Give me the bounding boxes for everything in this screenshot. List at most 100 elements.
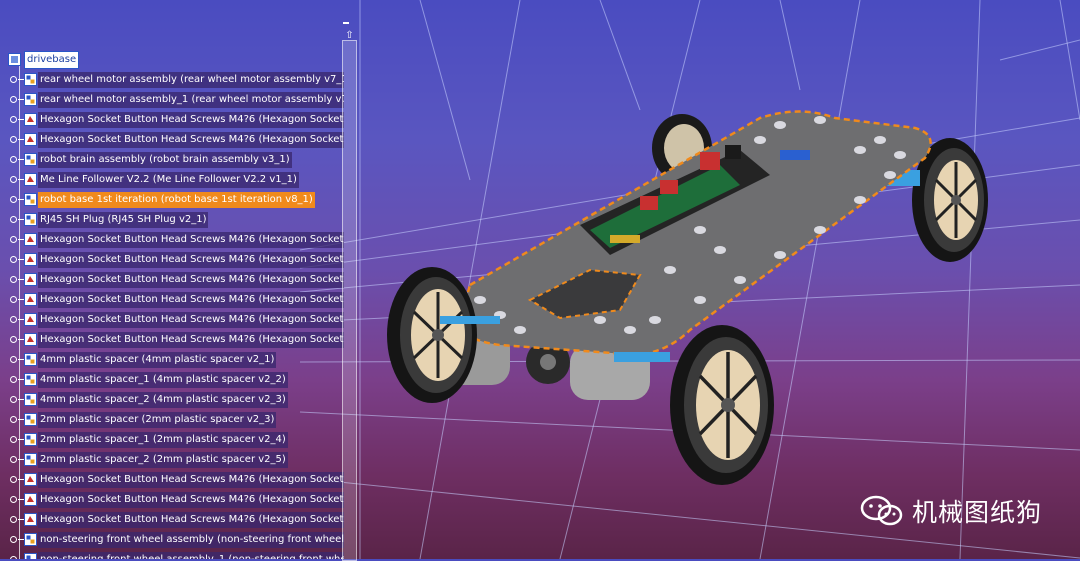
tree-item[interactable]: 2mm plastic spacer_1 (2mm plastic spacer… bbox=[0, 430, 345, 450]
mount-bracket bbox=[614, 352, 670, 362]
tree-item-label[interactable]: Hexagon Socket Button Head Screws M4?6 (… bbox=[38, 472, 344, 488]
tree-item-label[interactable]: Hexagon Socket Button Head Screws M4?6 (… bbox=[38, 512, 344, 528]
tree-item[interactable]: non-steering front wheel assembly (non-s… bbox=[0, 530, 345, 550]
tree-item-label[interactable]: 2mm plastic spacer (2mm plastic spacer v… bbox=[38, 412, 277, 428]
expand-node-icon[interactable] bbox=[10, 536, 17, 543]
tree-item-label[interactable]: Hexagon Socket Button Head Screws M4?6 (… bbox=[38, 312, 344, 328]
tree-item[interactable]: Hexagon Socket Button Head Screws M4?6 (… bbox=[0, 470, 345, 490]
part-icon bbox=[24, 133, 37, 146]
expand-node-icon[interactable] bbox=[10, 496, 17, 503]
tree-item[interactable]: non-steering front wheel assembly_1 (non… bbox=[0, 550, 345, 559]
tree-scrollbar[interactable]: ⇧ bbox=[342, 30, 357, 561]
scroll-track[interactable] bbox=[342, 40, 357, 561]
tree-item-label[interactable]: 2mm plastic spacer_2 (2mm plastic spacer… bbox=[38, 452, 288, 468]
expand-node-icon[interactable] bbox=[10, 296, 17, 303]
part-icon bbox=[24, 253, 37, 266]
tree-root[interactable]: drivebase bbox=[0, 50, 345, 70]
expand-node-icon[interactable] bbox=[10, 216, 17, 223]
expand-node-icon[interactable] bbox=[10, 136, 17, 143]
expand-node-icon[interactable] bbox=[10, 416, 17, 423]
expand-node-icon[interactable] bbox=[10, 276, 17, 283]
tree-item-label[interactable]: Hexagon Socket Button Head Screws M4?6 (… bbox=[38, 232, 344, 248]
part-icon bbox=[24, 513, 37, 526]
tree-item-label[interactable]: rear wheel motor assembly_1 (rear wheel … bbox=[38, 92, 344, 108]
assembly-icon bbox=[24, 153, 37, 166]
assembly-icon bbox=[24, 353, 37, 366]
expand-node-icon[interactable] bbox=[10, 476, 17, 483]
expand-node-icon[interactable] bbox=[10, 456, 17, 463]
scroll-top-indicator bbox=[343, 22, 349, 24]
tree-item[interactable]: Hexagon Socket Button Head Screws M4?6 (… bbox=[0, 250, 345, 270]
tree-item-label[interactable]: robot base 1st iteration (robot base 1st… bbox=[38, 192, 315, 208]
assembly-icon bbox=[24, 73, 37, 86]
assembly-icon bbox=[24, 453, 37, 466]
tree-item[interactable]: Hexagon Socket Button Head Screws M4?6 (… bbox=[0, 490, 345, 510]
part-icon bbox=[24, 473, 37, 486]
assembly-icon bbox=[24, 193, 37, 206]
expand-node-icon[interactable] bbox=[10, 336, 17, 343]
expand-node-icon[interactable] bbox=[10, 396, 17, 403]
expand-node-icon[interactable] bbox=[10, 116, 17, 123]
tree-item[interactable]: Hexagon Socket Button Head Screws M4?6 (… bbox=[0, 230, 345, 250]
tree-item-label[interactable]: Hexagon Socket Button Head Screws M4?6 (… bbox=[38, 332, 344, 348]
part-icon bbox=[24, 293, 37, 306]
assembly-icon bbox=[24, 413, 37, 426]
tree-item-label[interactable]: 4mm plastic spacer (4mm plastic spacer v… bbox=[38, 352, 277, 368]
specification-tree[interactable]: drivebase rear wheel motor assembly (rea… bbox=[0, 50, 345, 559]
expand-node-icon[interactable] bbox=[10, 376, 17, 383]
tree-item[interactable]: robot brain assembly (robot brain assemb… bbox=[0, 150, 345, 170]
expand-node-icon[interactable] bbox=[10, 436, 17, 443]
expand-node-icon[interactable] bbox=[10, 176, 17, 183]
tree-item[interactable]: 2mm plastic spacer_2 (2mm plastic spacer… bbox=[0, 450, 345, 470]
tree-item-label[interactable]: Hexagon Socket Button Head Screws M4?6 (… bbox=[38, 292, 344, 308]
tree-item[interactable]: 4mm plastic spacer_2 (4mm plastic spacer… bbox=[0, 390, 345, 410]
tree-item-label[interactable]: Hexagon Socket Button Head Screws M4?6 (… bbox=[38, 132, 344, 148]
tree-item[interactable]: Hexagon Socket Button Head Screws M4?6 (… bbox=[0, 310, 345, 330]
tree-item-label[interactable]: 4mm plastic spacer_1 (4mm plastic spacer… bbox=[38, 372, 288, 388]
tree-item-label[interactable]: Hexagon Socket Button Head Screws M4?6 (… bbox=[38, 272, 344, 288]
tree-item-label[interactable]: 4mm plastic spacer_2 (4mm plastic spacer… bbox=[38, 392, 288, 408]
tree-item-label[interactable]: non-steering front wheel assembly (non-s… bbox=[38, 532, 344, 548]
assembly-icon bbox=[24, 93, 37, 106]
watermark-text: 机械图纸狗 bbox=[912, 498, 1043, 527]
expand-node-icon[interactable] bbox=[10, 356, 17, 363]
tree-item[interactable]: Me Line Follower V2.2 (Me Line Follower … bbox=[0, 170, 345, 190]
tree-item-label[interactable]: rear wheel motor assembly (rear wheel mo… bbox=[38, 72, 344, 88]
expand-node-icon[interactable] bbox=[10, 516, 17, 523]
expand-node-icon[interactable] bbox=[10, 156, 17, 163]
tree-item[interactable]: Hexagon Socket Button Head Screws M4?6 (… bbox=[0, 330, 345, 350]
expand-node-icon[interactable] bbox=[10, 316, 17, 323]
tree-item[interactable]: 4mm plastic spacer (4mm plastic spacer v… bbox=[0, 350, 345, 370]
tree-item[interactable]: Hexagon Socket Button Head Screws M4?6 (… bbox=[0, 290, 345, 310]
tree-item-label[interactable]: Hexagon Socket Button Head Screws M4?6 (… bbox=[38, 492, 344, 508]
tree-item[interactable]: rear wheel motor assembly (rear wheel mo… bbox=[0, 70, 345, 90]
part-icon bbox=[24, 493, 37, 506]
front-left-wheel bbox=[387, 267, 477, 403]
tree-item-label[interactable]: Hexagon Socket Button Head Screws M4?6 (… bbox=[38, 112, 344, 128]
expand-node-icon[interactable] bbox=[10, 196, 17, 203]
tree-item-label[interactable]: non-steering front wheel assembly_1 (non… bbox=[38, 552, 344, 559]
tree-item-label[interactable]: robot brain assembly (robot brain assemb… bbox=[38, 152, 292, 168]
tree-item[interactable]: 2mm plastic spacer (2mm plastic spacer v… bbox=[0, 410, 345, 430]
tree-item[interactable]: Hexagon Socket Button Head Screws M4?6 (… bbox=[0, 510, 345, 530]
expand-node-icon[interactable] bbox=[10, 76, 17, 83]
tree-item-label[interactable]: RJ45 SH Plug (RJ45 SH Plug v2_1) bbox=[38, 212, 209, 228]
tree-item[interactable]: Hexagon Socket Button Head Screws M4?6 (… bbox=[0, 130, 345, 150]
expand-node-icon[interactable] bbox=[10, 96, 17, 103]
tree-item-label[interactable]: Me Line Follower V2.2 (Me Line Follower … bbox=[38, 172, 299, 188]
tree-item[interactable]: 4mm plastic spacer_1 (4mm plastic spacer… bbox=[0, 370, 345, 390]
tree-item-label[interactable]: Hexagon Socket Button Head Screws M4?6 (… bbox=[38, 252, 344, 268]
tree-item[interactable]: robot base 1st iteration (robot base 1st… bbox=[0, 190, 345, 210]
tree-item[interactable]: rear wheel motor assembly_1 (rear wheel … bbox=[0, 90, 345, 110]
tree-item-label[interactable]: 2mm plastic spacer_1 (2mm plastic spacer… bbox=[38, 432, 288, 448]
expand-node-icon[interactable] bbox=[10, 256, 17, 263]
tree-item[interactable]: Hexagon Socket Button Head Screws M4?6 (… bbox=[0, 270, 345, 290]
tree-root-label[interactable]: drivebase bbox=[24, 51, 80, 69]
wechat-icon bbox=[860, 495, 903, 526]
tree-item[interactable]: Hexagon Socket Button Head Screws M4?6 (… bbox=[0, 110, 345, 130]
tree-item[interactable]: RJ45 SH Plug (RJ45 SH Plug v2_1) bbox=[0, 210, 345, 230]
watermark: 机械图纸狗 bbox=[860, 492, 1042, 530]
expand-node-icon[interactable] bbox=[10, 236, 17, 243]
part-icon bbox=[24, 273, 37, 286]
product-icon bbox=[8, 53, 21, 66]
